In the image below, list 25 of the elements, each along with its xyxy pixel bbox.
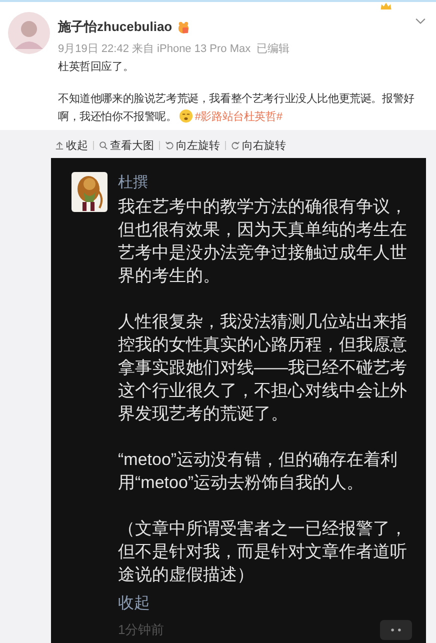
collapse-link[interactable]: 收起 — [118, 592, 412, 616]
post-text: 杜英哲回应了。 — [58, 60, 135, 75]
toolbar-button[interactable]: 查看大图 — [94, 138, 159, 152]
toolbar-button[interactable]: 收起 — [50, 138, 93, 152]
rotate-right-icon — [231, 140, 240, 150]
post-meta: 9月19日 22:42 来自 iPhone 13 Pro Max 已编辑 — [58, 42, 291, 56]
crown-icon — [380, 2, 392, 11]
screenshot-image[interactable] — [51, 158, 426, 643]
comment-text: （文章中所谓受害者之一已经报警了， 但不是针对我，而是针对文章作者道听 途说的虚假描述） — [118, 518, 408, 586]
chevron-down-icon[interactable] — [415, 18, 426, 25]
avatar[interactable] — [8, 12, 50, 54]
more-button[interactable] — [380, 620, 412, 640]
upload-icon — [55, 140, 64, 150]
comment-time: 1分钟前 — [118, 621, 164, 639]
rotate-left-icon — [165, 140, 174, 150]
toolbar-button[interactable]: 向右旋转 — [226, 138, 291, 152]
post-text: 不知道他哪来的脸说艺考荒诞，我看整个艺考行业没人比他更荒诞。报警好啊，我还怕你不报警呢。 #影路站台杜英哲# — [58, 92, 416, 125]
comment-text: 我在艺考中的教学方法的确很有争议， 但也很有效果，因为天真单纯的考生在 艺考中是没办法竞争过接触过成年人世 界的考生的。 — [118, 196, 408, 287]
search-icon — [99, 140, 108, 150]
author-name[interactable]: 施子怡zhucebuliao — [58, 18, 172, 36]
dots-icon — [390, 628, 402, 632]
comment-text: “metoo”运动没有错，但的确存在着利 用“metoo”运动去粉饰自我的人。 — [118, 449, 399, 494]
toolbar-button[interactable]: 向左旋转 — [160, 138, 225, 152]
commenter-name[interactable]: 杜撰 — [118, 173, 412, 193]
comment-text: 人性很复杂，我没法猜测几位站出来指 控我的女性真实的心路历程，但我愿意 拿事实跟她们对线——我已经不碰艺考 这个行业很久了，不担心对线中会让外 界发现艺考的荒诞了。 — [118, 311, 408, 425]
